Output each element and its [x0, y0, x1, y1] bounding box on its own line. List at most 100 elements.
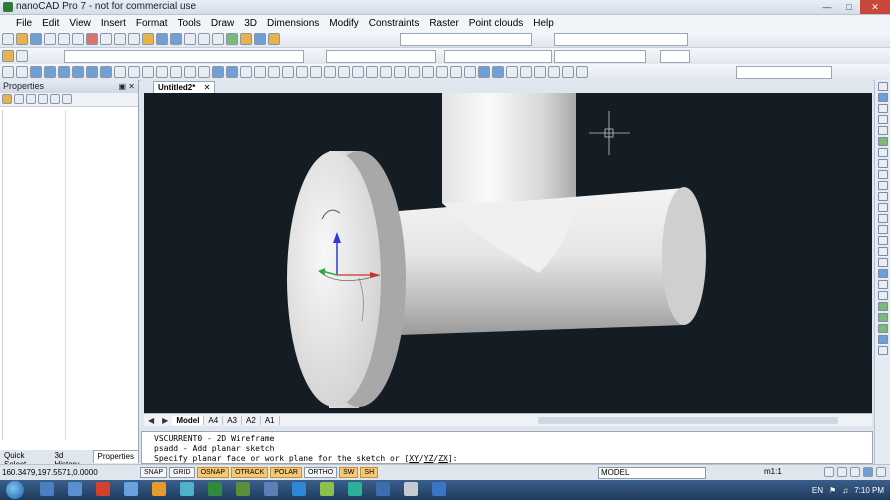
publish-icon[interactable]: [86, 33, 98, 45]
layer-select[interactable]: [64, 50, 304, 63]
zoom-icon[interactable]: [877, 93, 888, 102]
color-select[interactable]: [326, 50, 436, 63]
break-icon[interactable]: [310, 66, 322, 78]
fillet-icon[interactable]: [212, 66, 224, 78]
stretch-icon[interactable]: [366, 66, 378, 78]
option-xy[interactable]: XY: [409, 454, 419, 463]
mirror-icon[interactable]: [240, 66, 252, 78]
copy-icon[interactable]: [114, 33, 126, 45]
flag-icon[interactable]: ⚑: [829, 486, 836, 495]
union-icon[interactable]: [170, 66, 182, 78]
menu-help[interactable]: Help: [528, 18, 559, 29]
extend-icon[interactable]: [296, 66, 308, 78]
ortho-toggle[interactable]: ORTHO: [303, 467, 338, 478]
excel-icon[interactable]: [208, 482, 222, 496]
close-tab-icon[interactable]: ✕: [204, 83, 211, 92]
sphere-icon[interactable]: [72, 66, 84, 78]
materials-icon[interactable]: [877, 346, 888, 355]
snap-midpoint-icon[interactable]: [877, 126, 888, 135]
save-icon[interactable]: [30, 33, 42, 45]
command-line[interactable]: VSCURRENT0 - 2D Wireframe psadd - Add pl…: [141, 431, 873, 464]
tab-a2[interactable]: A2: [242, 415, 261, 425]
snap-intersection-icon[interactable]: [877, 170, 888, 179]
join-icon[interactable]: [324, 66, 336, 78]
sh-toggle[interactable]: SH: [360, 467, 379, 478]
toolbar-field-2[interactable]: [554, 33, 688, 46]
option-yz[interactable]: YZ: [424, 454, 434, 463]
horizontal-scrollbar[interactable]: [538, 417, 838, 424]
app-icon-green[interactable]: [236, 482, 250, 496]
snap-node-icon[interactable]: [877, 148, 888, 157]
id-point-icon[interactable]: [877, 302, 888, 311]
drawing-viewport[interactable]: [144, 93, 872, 413]
menu-view[interactable]: View: [64, 18, 96, 29]
tab-scroll-left-icon[interactable]: ◀: [144, 416, 158, 425]
shaded-edges-icon[interactable]: [492, 66, 504, 78]
tray-settings-icon[interactable]: [850, 467, 860, 477]
paint-icon[interactable]: [320, 482, 334, 496]
explorer-icon[interactable]: [40, 482, 54, 496]
menu-raster[interactable]: Raster: [424, 18, 463, 29]
fullscreen-icon[interactable]: [837, 467, 847, 477]
array-icon[interactable]: [254, 66, 266, 78]
option-zx[interactable]: ZX: [438, 454, 448, 463]
grid-toggle[interactable]: GRID: [169, 467, 195, 478]
new-file-icon[interactable]: [2, 33, 14, 45]
view-top-icon[interactable]: [520, 66, 532, 78]
snap-parallel-icon[interactable]: [877, 236, 888, 245]
lengthen-icon[interactable]: [380, 66, 392, 78]
hidden-icon[interactable]: [464, 66, 476, 78]
minimize-button[interactable]: —: [816, 0, 838, 14]
menu-edit[interactable]: Edit: [37, 18, 64, 29]
notepad-icon[interactable]: [404, 482, 418, 496]
undo-icon[interactable]: [156, 33, 168, 45]
maximize-button[interactable]: □: [838, 0, 860, 14]
trim-icon[interactable]: [282, 66, 294, 78]
subtract-icon[interactable]: [184, 66, 196, 78]
sweep-icon[interactable]: [142, 66, 154, 78]
menu-dimensions[interactable]: Dimensions: [262, 18, 324, 29]
snap-insertion-icon[interactable]: [877, 192, 888, 201]
cut-icon[interactable]: [100, 33, 112, 45]
menu-modify[interactable]: Modify: [324, 18, 363, 29]
filter-icon[interactable]: [38, 94, 48, 104]
shaded-icon[interactable]: [478, 66, 490, 78]
flange[interactable]: [287, 151, 406, 408]
media-player-icon[interactable]: [68, 482, 82, 496]
ucs-world-icon[interactable]: [576, 66, 588, 78]
hatch-icon[interactable]: [436, 66, 448, 78]
quick-select-icon[interactable]: [2, 94, 12, 104]
snap-nearest-icon[interactable]: [877, 225, 888, 234]
app-icon-seven[interactable]: [376, 482, 390, 496]
start-button[interactable]: [6, 481, 24, 499]
app-icon-blue[interactable]: [180, 482, 194, 496]
notification-icon[interactable]: [863, 467, 873, 477]
intersect-icon[interactable]: [198, 66, 210, 78]
tab-a4[interactable]: A4: [204, 415, 224, 425]
explode-icon[interactable]: [338, 66, 350, 78]
torus-icon[interactable]: [86, 66, 98, 78]
save-as-icon[interactable]: [44, 33, 56, 45]
tab-scroll-right-icon[interactable]: ▶: [158, 416, 172, 425]
outlook-icon[interactable]: [152, 482, 166, 496]
sort-icon[interactable]: [62, 94, 72, 104]
toolbar-field-1[interactable]: [400, 33, 532, 46]
revolve-icon[interactable]: [128, 66, 140, 78]
snap-center-icon[interactable]: [877, 137, 888, 146]
model-canvas[interactable]: [144, 93, 872, 413]
list-icon[interactable]: [877, 291, 888, 300]
view-iso-icon[interactable]: [548, 66, 560, 78]
linetype-select[interactable]: [444, 50, 552, 63]
lock-icon[interactable]: [824, 467, 834, 477]
scale-icon[interactable]: [352, 66, 364, 78]
snap-tangent-icon[interactable]: [877, 214, 888, 223]
render-icon[interactable]: [877, 335, 888, 344]
zoom-window-icon[interactable]: [198, 33, 210, 45]
pointer-icon[interactable]: [268, 33, 280, 45]
distance-icon[interactable]: [877, 269, 888, 278]
select-objects-icon[interactable]: [26, 94, 36, 104]
wireframe-icon[interactable]: [450, 66, 462, 78]
move-icon[interactable]: [2, 66, 14, 78]
close-button[interactable]: ✕: [860, 0, 890, 14]
lineweight-select[interactable]: [554, 50, 646, 63]
